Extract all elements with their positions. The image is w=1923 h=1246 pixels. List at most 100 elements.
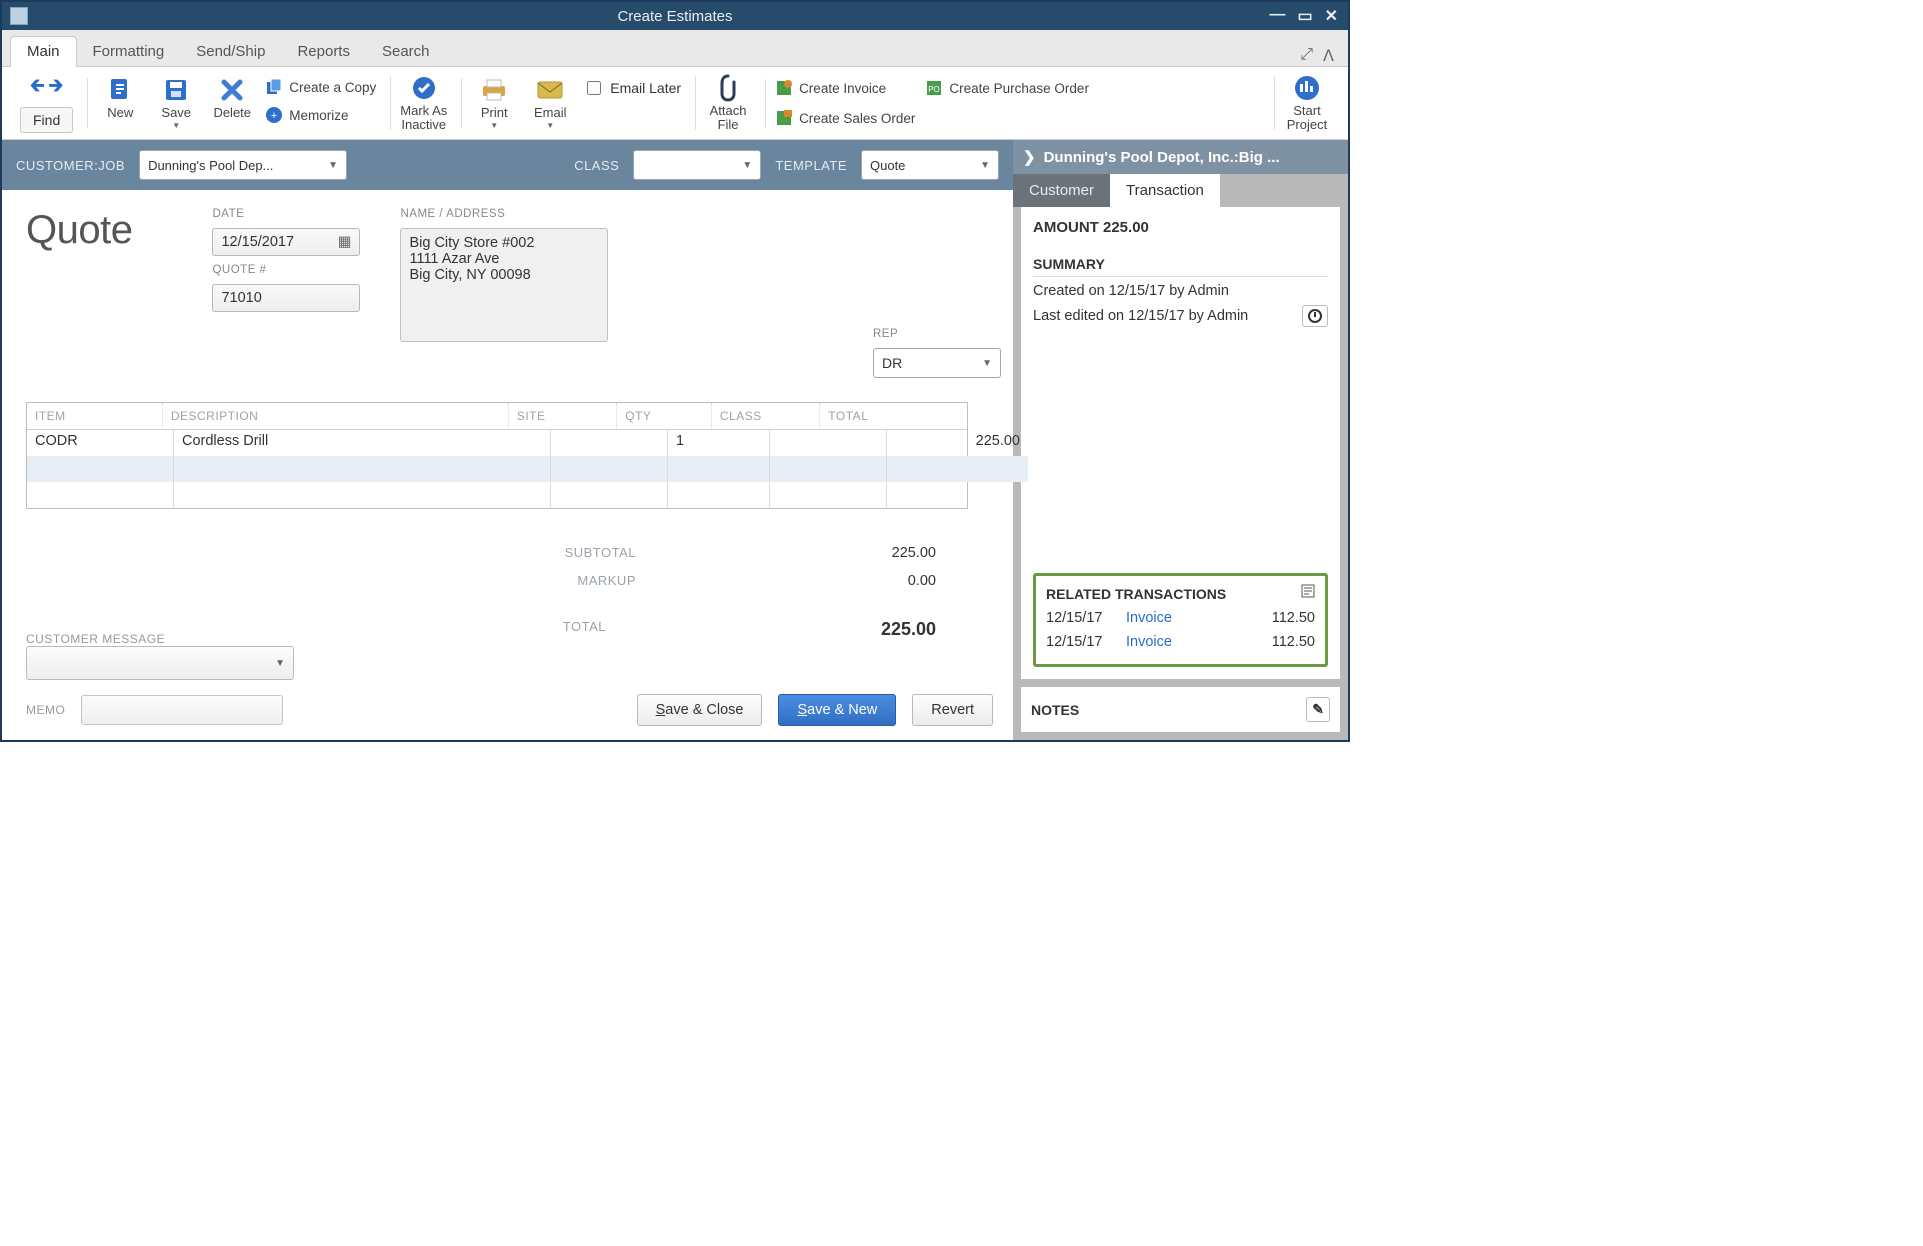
table-row[interactable] [27, 456, 1028, 482]
col-item[interactable]: ITEM [27, 403, 162, 429]
save-button[interactable]: Save ▼ [153, 76, 199, 129]
related-transactions-box: RELATED TRANSACTIONS 12/15/17 Invoice 11… [1033, 573, 1328, 667]
cell-qty[interactable]: 1 [667, 430, 769, 456]
revert-button[interactable]: Revert [912, 694, 993, 726]
delete-button[interactable]: Delete [209, 76, 255, 120]
summary-heading: SUMMARY [1033, 256, 1328, 277]
email-button[interactable]: Email ▼ [527, 76, 573, 129]
cell-total[interactable]: 225.00 [886, 430, 1028, 456]
attach-file-button[interactable]: Attach File [705, 74, 751, 133]
col-class[interactable]: CLASS [711, 403, 819, 429]
table-row[interactable] [27, 482, 1028, 508]
create-sales-order-button[interactable]: Create Sales Order [775, 107, 915, 129]
ribbon: 🡰 🡲 Find New Save ▼ Delete [2, 67, 1348, 140]
amount-label: AMOUNT [1033, 219, 1099, 236]
form-header: CUSTOMER:JOB Dunning's Pool Dep... ▼ CLA… [2, 140, 1013, 190]
cell-site[interactable] [550, 430, 667, 456]
markup-label: MARKUP [26, 573, 636, 589]
table-row[interactable]: CODR Cordless Drill 1 225.00 [27, 430, 1028, 456]
tab-main[interactable]: Main [10, 36, 77, 67]
svg-text:+: + [271, 110, 277, 122]
totals-section: SUBTOTAL 225.00 MARKUP 0.00 CUSTOMER MES… [26, 539, 966, 680]
related-report-icon[interactable] [1301, 584, 1315, 598]
rep-combo[interactable]: DR ▼ [873, 348, 1001, 378]
rep-label: REP [873, 328, 993, 340]
chevron-down-icon: ▼ [742, 160, 752, 171]
total-value: 225.00 [606, 619, 966, 640]
collapse-ribbon-icon[interactable]: ᐱ [1323, 46, 1334, 66]
tab-reports[interactable]: Reports [281, 37, 366, 66]
related-row[interactable]: 12/15/17 Invoice 112.50 [1046, 630, 1315, 654]
quote-num-field[interactable]: 71010 [212, 284, 360, 312]
prev-record-icon[interactable]: 🡰 [30, 73, 45, 103]
create-invoice-button[interactable]: Create Invoice [775, 77, 915, 99]
subtotal-label: SUBTOTAL [26, 545, 636, 561]
audit-icon[interactable] [1302, 305, 1328, 327]
mark-inactive-button[interactable]: Mark As Inactive [400, 74, 447, 133]
create-copy-button[interactable]: Create a Copy [265, 76, 376, 98]
related-row[interactable]: 12/15/17 Invoice 112.50 [1046, 606, 1315, 630]
class-combo[interactable]: ▼ [633, 150, 761, 180]
date-field[interactable]: 12/15/2017 ▦ [212, 228, 360, 256]
quote-num-label: QUOTE # [212, 264, 360, 276]
chevron-down-icon: ▼ [275, 658, 285, 669]
edited-info: Last edited on 12/15/17 by Admin [1033, 308, 1248, 324]
titlebar: Create Estimates — ▭ ✕ [2, 2, 1348, 30]
print-button[interactable]: Print ▼ [471, 76, 517, 129]
save-new-button[interactable]: Save & New [778, 694, 896, 726]
total-label: TOTAL [165, 619, 606, 640]
notes-heading: NOTES [1031, 702, 1079, 718]
created-info: Created on 12/15/17 by Admin [1033, 283, 1328, 299]
document-title: Quote [26, 208, 132, 253]
chevron-down-icon: ▼ [980, 160, 990, 171]
save-close-button[interactable]: Save & Close [637, 694, 763, 726]
related-link[interactable]: Invoice [1126, 634, 1172, 650]
expand-icon[interactable]: ⤢ [1300, 46, 1313, 66]
customer-job-label: CUSTOMER:JOB [16, 158, 125, 173]
cell-desc[interactable]: Cordless Drill [173, 430, 550, 456]
side-header[interactable]: ❯ Dunning's Pool Depot, Inc.:Big ... [1013, 140, 1348, 174]
memo-label: MEMO [26, 703, 65, 717]
customer-job-combo[interactable]: Dunning's Pool Dep... ▼ [139, 150, 347, 180]
template-label: TEMPLATE [775, 158, 847, 173]
chevron-right-icon: ❯ [1023, 148, 1036, 166]
col-site[interactable]: SITE [508, 403, 616, 429]
tab-search[interactable]: Search [366, 37, 446, 66]
side-tab-transaction[interactable]: Transaction [1110, 174, 1220, 207]
memo-input[interactable] [81, 695, 283, 725]
subtotal-value: 225.00 [636, 545, 966, 561]
col-description[interactable]: DESCRIPTION [162, 403, 508, 429]
line-items-table: ITEM DESCRIPTION SITE QTY CLASS TOTAL CO… [26, 402, 968, 509]
address-label: NAME / ADDRESS [400, 208, 608, 220]
new-button[interactable]: New [97, 76, 143, 120]
customer-message-label: CUSTOMER MESSAGE [26, 632, 165, 646]
start-project-button[interactable]: Start Project [1284, 74, 1330, 133]
cell-item[interactable]: CODR [27, 430, 173, 456]
template-combo[interactable]: Quote ▼ [861, 150, 999, 180]
edit-notes-icon[interactable]: ✎ [1306, 697, 1330, 722]
next-record-icon[interactable]: 🡲 [49, 73, 64, 103]
class-label: CLASS [574, 158, 619, 173]
create-po-button[interactable]: PO Create Purchase Order [925, 77, 1089, 99]
col-qty[interactable]: QTY [616, 403, 711, 429]
amount-value: 225.00 [1103, 219, 1149, 236]
markup-value: 0.00 [636, 573, 966, 589]
window-title: Create Estimates [2, 8, 1348, 25]
ribbon-tabs: Main Formatting Send/Ship Reports Search… [2, 30, 1348, 67]
chevron-down-icon: ▼ [328, 160, 338, 171]
side-tab-customer[interactable]: Customer [1013, 174, 1110, 207]
related-link[interactable]: Invoice [1126, 610, 1172, 626]
find-button[interactable]: Find [20, 107, 73, 133]
memorize-button[interactable]: + Memorize [265, 104, 376, 126]
tab-formatting[interactable]: Formatting [77, 37, 181, 66]
email-later-checkbox[interactable] [587, 81, 601, 95]
calendar-icon[interactable]: ▦ [338, 234, 352, 250]
cell-class[interactable] [769, 430, 886, 456]
related-heading: RELATED TRANSACTIONS [1046, 586, 1301, 606]
svg-text:PO: PO [929, 85, 941, 94]
address-field[interactable]: Big City Store #002 1111 Azar Ave Big Ci… [400, 228, 608, 342]
customer-message-combo[interactable]: ▼ [26, 646, 294, 680]
transaction-panel: ❯ Dunning's Pool Depot, Inc.:Big ... Cus… [1013, 140, 1348, 740]
col-total[interactable]: TOTAL [819, 403, 950, 429]
tab-sendship[interactable]: Send/Ship [180, 37, 281, 66]
